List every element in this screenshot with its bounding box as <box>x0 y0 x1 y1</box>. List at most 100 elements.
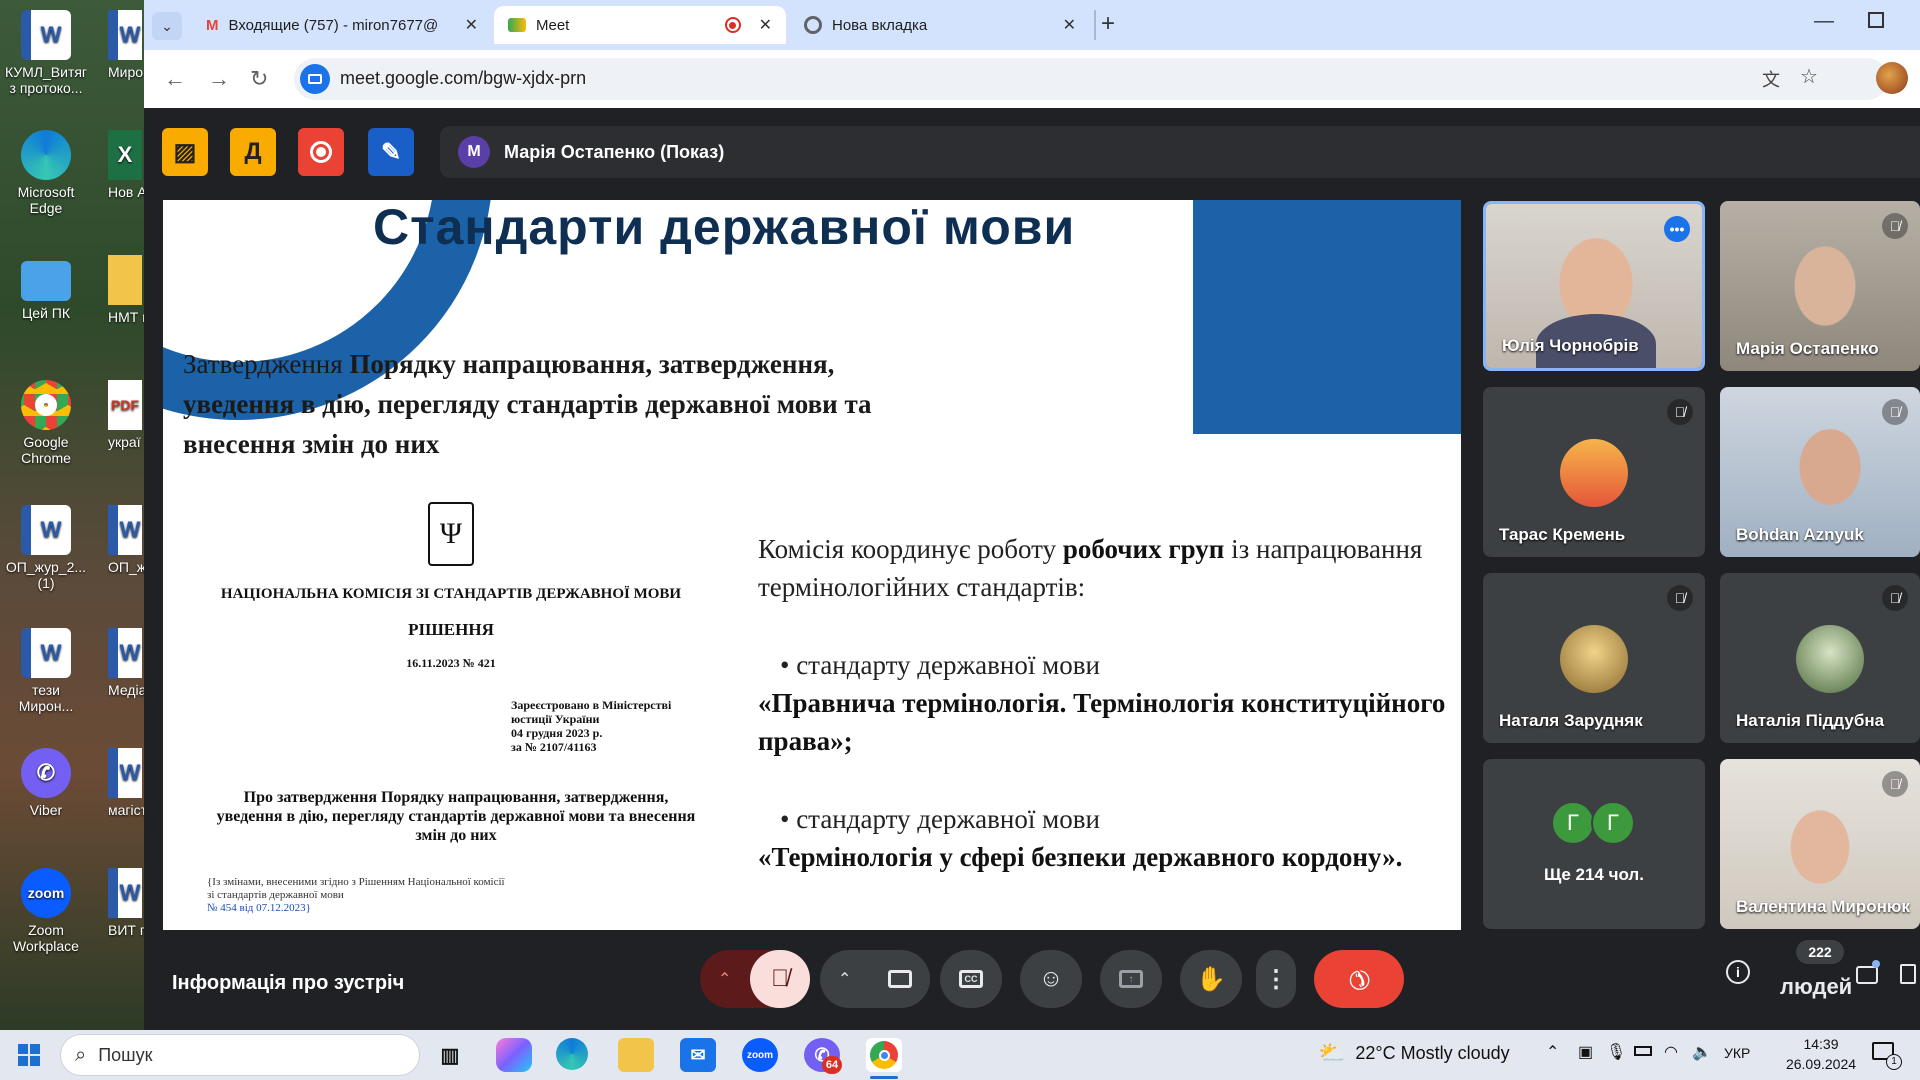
desktop-icon-col2-1[interactable]: WМиро В.М. О <box>108 10 144 80</box>
gmail-icon: M <box>206 16 219 34</box>
desktop-icon-zoom[interactable]: zoom Zoom Workplace <box>4 868 88 954</box>
mic-off-icon: 🎙̸ <box>1882 585 1908 611</box>
participant-tile[interactable]: 🎙̸ Марія Остапенко <box>1720 201 1920 371</box>
doc-registration: Зареєстровано в Міністерстві юстиції Укр… <box>511 698 672 754</box>
language-indicator[interactable]: УКР <box>1724 1045 1750 1061</box>
tab-meet[interactable]: Meet ✕ <box>494 6 786 44</box>
more-participants-tile[interactable]: Г Г Ще 214 чол. <box>1483 759 1705 929</box>
participant-tile[interactable]: 🎙̸ Валентина Миронюк <box>1720 759 1920 929</box>
desktop-icon-col2-4[interactable]: PDFукраї мова <box>108 380 144 450</box>
desktop-icon-col2-8[interactable]: WВИТ прот <box>108 868 144 938</box>
more-options-button[interactable]: ⋮ <box>1256 950 1296 1008</box>
omnibox[interactable]: meet.google.com/bgw-xjdx-prn 文 ☆ <box>294 58 1888 100</box>
close-tab-icon[interactable]: ✕ <box>465 15 478 35</box>
desktop-icon-op-zhur[interactable]: W ОП_жур_2... (1) <box>4 505 88 591</box>
mic-toggle-button[interactable]: 🎙̸ <box>750 950 810 1008</box>
pdf-icon: PDF <box>108 380 142 430</box>
participant-tile[interactable]: ••• Юлія Чорнобрів <box>1483 201 1705 371</box>
more-vert-icon: ⋮ <box>1264 965 1288 993</box>
slide-title: Стандарти державної мови <box>373 200 1076 255</box>
participant-tile[interactable]: 🎙̸ Тарас Кремень <box>1483 387 1705 557</box>
close-tab-icon[interactable]: ✕ <box>1063 15 1076 35</box>
extension-tool-2[interactable]: Д <box>230 128 276 176</box>
chrome-taskbar-button[interactable] <box>866 1038 902 1072</box>
back-icon[interactable]: ← <box>164 66 186 92</box>
participant-tile[interactable]: 🎙̸ Наталя Зарудняк <box>1483 573 1705 743</box>
slide-bullet-1: • стандарту державної мови <box>780 650 1100 680</box>
bookmark-star-icon[interactable]: ☆ <box>1800 64 1818 89</box>
desktop-icon-this-pc[interactable]: Цей ПК <box>4 255 88 321</box>
tab-gmail[interactable]: M Входящие (757) - miron7677@ ✕ <box>192 6 492 44</box>
new-tab-button[interactable]: + <box>1092 10 1124 40</box>
desktop-icon-col2-6[interactable]: WМедіа 2023 ( <box>108 628 144 698</box>
word-icon: W <box>108 868 142 918</box>
weather-widget[interactable]: ⛅ 22°C Mostly cloudy <box>1318 1040 1510 1066</box>
extension-tool-1[interactable]: ▨ <box>162 128 208 176</box>
mail-icon[interactable]: ✉ <box>680 1038 716 1072</box>
chevron-up-icon[interactable]: ⌃ <box>1546 1042 1559 1062</box>
partly-cloudy-icon: ⛅ <box>1318 1040 1346 1065</box>
desktop-icon-kuml[interactable]: W КУМЛ_Витяг з протоко... <box>4 10 88 96</box>
copilot-icon[interactable] <box>496 1038 532 1072</box>
raise-hand-button[interactable]: ✋ <box>1180 950 1242 1008</box>
meeting-info-label[interactable]: Інформація про зустріч <box>172 972 404 995</box>
reload-icon[interactable]: ↻ <box>250 66 268 92</box>
battery-icon[interactable] <box>1634 1046 1652 1056</box>
captions-button[interactable]: CC <box>940 950 1002 1008</box>
profile-avatar[interactable] <box>1876 62 1908 94</box>
emoji-icon: ☺ <box>1038 965 1064 992</box>
close-tab-icon[interactable]: ✕ <box>759 15 772 35</box>
chat-icon[interactable] <box>1856 966 1878 984</box>
mic-off-icon: 🎙̸ <box>1882 771 1908 797</box>
participant-tile[interactable]: 🎙̸ Bohdan Aznyuk <box>1720 387 1920 557</box>
mic-tray-icon[interactable]: 🎙 <box>1606 1042 1626 1062</box>
desktop-icon-chrome[interactable]: Google Chrome <box>4 380 88 466</box>
desktop-icon-col2-3[interactable]: НМТ підго <box>108 255 144 325</box>
file-explorer-icon[interactable] <box>618 1038 654 1072</box>
desktop-icon-viber[interactable]: ✆ Viber <box>4 748 88 818</box>
people-button[interactable]: людей <box>1780 974 1852 1000</box>
doc-decision: РІШЕННЯ <box>408 620 494 639</box>
site-info-icon[interactable] <box>300 64 330 94</box>
edge-icon[interactable] <box>556 1038 588 1070</box>
desktop-icon-tezy[interactable]: W тези Мирон... <box>4 628 88 714</box>
tab-search-button[interactable]: ⌄ <box>152 12 182 40</box>
desktop-icon-col2-2[interactable]: XНов Арку <box>108 130 144 200</box>
draw-tool[interactable]: ✎ <box>368 128 414 176</box>
desktop-icon-col2-7[interactable]: Wмагісте Байро <box>108 748 144 818</box>
tab-new-tab[interactable]: Нова вкладка ✕ <box>790 6 1090 44</box>
activities-icon[interactable] <box>1900 964 1916 984</box>
present-button[interactable]: ↑ <box>1100 950 1162 1008</box>
zoom-icon[interactable]: zoom <box>742 1038 778 1072</box>
leave-call-button[interactable]: ✆ <box>1314 950 1404 1008</box>
viber-icon: ✆ <box>21 748 71 798</box>
excel-icon: X <box>108 130 142 180</box>
maximize-button[interactable] <box>1868 12 1884 28</box>
meet-tray-icon[interactable]: ▣ <box>1578 1042 1593 1062</box>
taskbar-search[interactable]: ⌕ Пошук <box>60 1034 420 1076</box>
emoji-button[interactable]: ☺ <box>1020 950 1082 1008</box>
camera-settings-button[interactable]: ⌃ <box>820 950 930 1008</box>
desktop-icon-col2-5[interactable]: W ОП_ж <box>108 505 144 575</box>
volume-icon[interactable]: 🔈 <box>1692 1042 1712 1062</box>
participant-tile[interactable]: 🎙̸ Наталія Піддубна <box>1720 573 1920 743</box>
more-options-icon[interactable]: ••• <box>1664 216 1690 242</box>
mic-off-icon: 🎙̸ <box>1667 399 1693 425</box>
info-icon[interactable]: i <box>1726 960 1750 984</box>
start-button[interactable] <box>18 1044 40 1066</box>
zoom-icon: zoom <box>21 868 71 918</box>
present-icon: ↑ <box>1119 970 1143 988</box>
forward-icon[interactable]: → <box>208 66 230 92</box>
translate-icon[interactable]: 文 <box>1762 66 1780 92</box>
participant-avatar <box>1796 625 1864 693</box>
record-tool[interactable] <box>298 128 344 176</box>
task-view-icon[interactable]: ▥ <box>432 1038 468 1072</box>
participant-avatar <box>1560 625 1628 693</box>
clock[interactable]: 14:39 26.09.2024 <box>1780 1034 1862 1074</box>
computer-icon <box>21 261 71 301</box>
wifi-icon[interactable]: ◠ <box>1664 1042 1678 1062</box>
mic-off-icon: 🎙̸ <box>771 965 789 992</box>
folder-icon <box>108 255 142 305</box>
desktop-icon-edge[interactable]: Microsoft Edge <box>4 130 88 216</box>
minimize-button[interactable]: — <box>1814 10 1834 33</box>
